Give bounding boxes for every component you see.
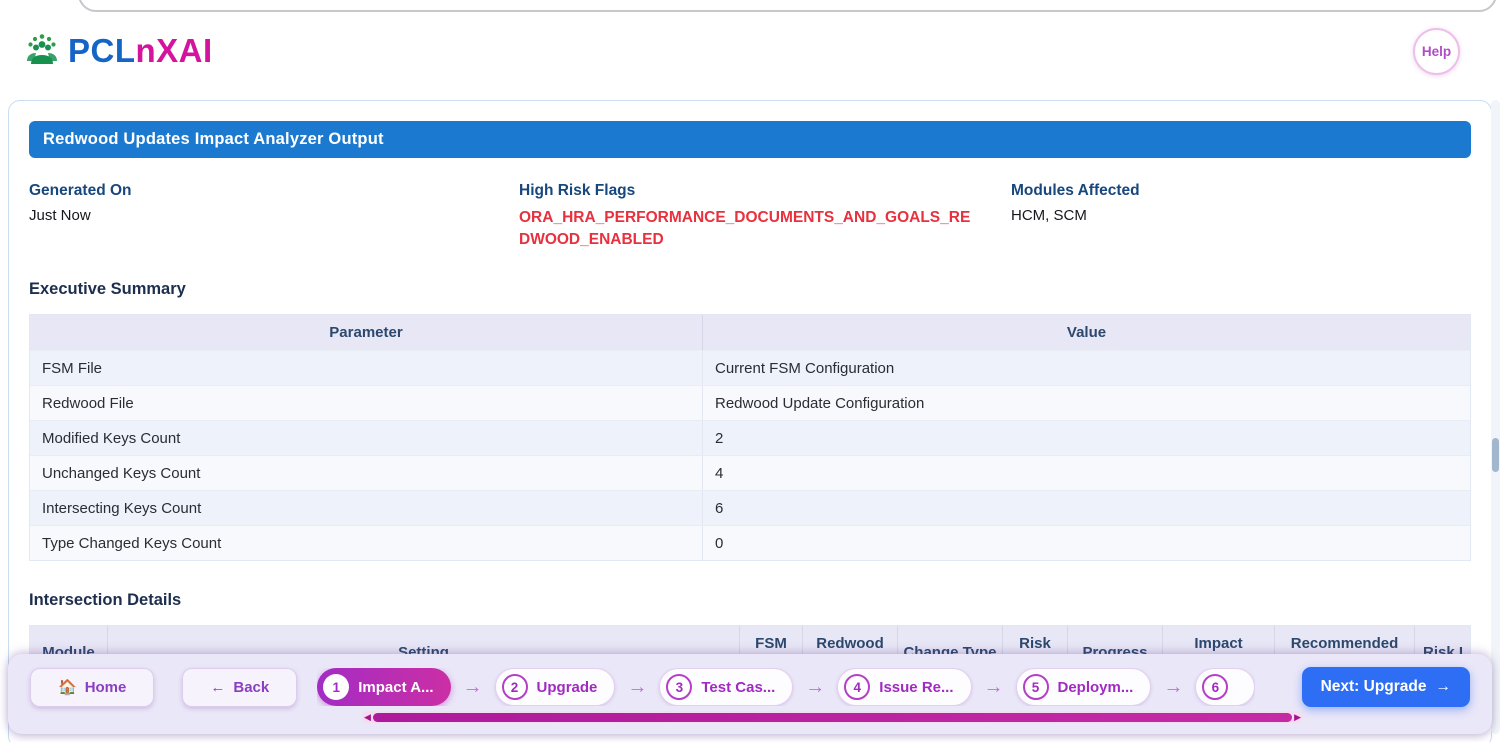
step-issue-resolution[interactable]: 4 Issue Re... xyxy=(837,668,971,706)
step-number: 1 xyxy=(323,674,349,700)
summary-cell-value: 2 xyxy=(702,421,1470,455)
back-arrow-icon: ← xyxy=(210,679,225,696)
meta-modules-affected: Modules Affected HCM, SCM xyxy=(1011,182,1471,250)
app-logo: PCLnXAI xyxy=(22,31,213,71)
step-arrow-icon: → xyxy=(627,676,647,699)
scroll-left-arrow-icon[interactable]: ◀ xyxy=(364,713,371,722)
scroll-right-arrow-icon[interactable]: ▶ xyxy=(1294,713,1301,722)
step-label: Issue Re... xyxy=(879,679,953,696)
summary-cell-parameter: Intersecting Keys Count xyxy=(30,491,702,525)
step-arrow-icon: → xyxy=(1163,676,1183,699)
next-arrow-icon: → xyxy=(1436,678,1452,696)
help-button[interactable]: Help xyxy=(1413,28,1460,75)
summary-table-body: FSM File Current FSM Configuration Redwo… xyxy=(30,350,1470,560)
step-deployment[interactable]: 5 Deploym... xyxy=(1016,668,1152,706)
executive-summary-heading: Executive Summary xyxy=(29,280,1471,299)
table-row: Type Changed Keys Count 0 xyxy=(30,525,1470,560)
stepper-scrollbar[interactable]: ◀ ▶ xyxy=(362,711,1303,723)
summary-cell-parameter: Modified Keys Count xyxy=(30,421,702,455)
step-label: Deploym... xyxy=(1058,679,1134,696)
table-row: Intersecting Keys Count 6 xyxy=(30,490,1470,525)
summary-table-header: Parameter Value xyxy=(30,315,1470,350)
step-impact-analysis[interactable]: 1 Impact A... xyxy=(317,668,450,706)
footer-button-row: 🏠 Home ← Back 1 Impact A... → 2 Upgrade … xyxy=(30,667,1470,707)
next-button[interactable]: Next: Upgrade → xyxy=(1302,667,1470,707)
back-button-label: Back xyxy=(233,679,269,696)
app-header: PCLnXAI Help xyxy=(0,10,1500,92)
step-number: 6 xyxy=(1202,674,1228,700)
stepper-scrollbar-thumb[interactable] xyxy=(373,713,1292,722)
wizard-stepper: 1 Impact A... → 2 Upgrade → 3 Test Cas..… xyxy=(317,668,1255,706)
step-upgrade[interactable]: 2 Upgrade xyxy=(495,668,616,706)
next-button-label: Next: Upgrade xyxy=(1321,678,1427,696)
summary-cell-value: 6 xyxy=(702,491,1470,525)
high-risk-flag-value: ORA_HRA_PERFORMANCE_DOCUMENTS_AND_GOALS_… xyxy=(519,207,981,250)
report-title-bar: Redwood Updates Impact Analyzer Output xyxy=(29,121,1471,158)
summary-cell-parameter: Redwood File xyxy=(30,386,702,420)
step-arrow-icon: → xyxy=(463,676,483,699)
summary-cell-parameter: Unchanged Keys Count xyxy=(30,456,702,490)
back-button[interactable]: ← Back xyxy=(182,668,297,707)
summary-header-parameter: Parameter xyxy=(30,315,702,350)
logo-icon xyxy=(22,31,62,71)
step-label: Upgrade xyxy=(537,679,598,696)
table-row: Redwood File Redwood Update Configuratio… xyxy=(30,385,1470,420)
logo-text-secondary: nXAI xyxy=(136,32,213,69)
meta-label: Modules Affected xyxy=(1011,182,1471,200)
summary-cell-value: Redwood Update Configuration xyxy=(702,386,1470,420)
step-next-clipped[interactable]: 6 xyxy=(1195,668,1255,706)
summary-cell-parameter: Type Changed Keys Count xyxy=(30,526,702,560)
step-arrow-icon: → xyxy=(984,676,1004,699)
home-button[interactable]: 🏠 Home xyxy=(30,668,154,707)
meta-value: HCM, SCM xyxy=(1011,207,1471,224)
summary-cell-value: 0 xyxy=(702,526,1470,560)
page-vertical-scrollbar[interactable] xyxy=(1491,100,1500,734)
step-number: 2 xyxy=(502,674,528,700)
step-label: Impact A... xyxy=(358,679,433,696)
table-row: FSM File Current FSM Configuration xyxy=(30,350,1470,385)
logo-text: PCLnXAI xyxy=(68,32,213,70)
meta-high-risk-flags: High Risk Flags ORA_HRA_PERFORMANCE_DOCU… xyxy=(519,182,1011,250)
summary-cell-value: 4 xyxy=(702,456,1470,490)
table-row: Modified Keys Count 2 xyxy=(30,420,1470,455)
meta-label: Generated On xyxy=(29,182,519,200)
step-number: 4 xyxy=(844,674,870,700)
home-icon: 🏠 xyxy=(58,678,77,696)
step-arrow-icon: → xyxy=(805,676,825,699)
footer-nav-bar: 🏠 Home ← Back 1 Impact A... → 2 Upgrade … xyxy=(8,654,1492,734)
step-number: 3 xyxy=(666,674,692,700)
meta-value: Just Now xyxy=(29,207,519,224)
summary-cell-parameter: FSM File xyxy=(30,351,702,385)
summary-header-value: Value xyxy=(702,315,1470,350)
meta-generated-on: Generated On Just Now xyxy=(29,182,519,250)
step-number: 5 xyxy=(1023,674,1049,700)
intersection-details-heading: Intersection Details xyxy=(29,591,1471,610)
summary-cell-value: Current FSM Configuration xyxy=(702,351,1470,385)
step-test-cases[interactable]: 3 Test Cas... xyxy=(659,668,793,706)
table-row: Unchanged Keys Count 4 xyxy=(30,455,1470,490)
report-panel: Redwood Updates Impact Analyzer Output G… xyxy=(8,100,1492,742)
meta-label: High Risk Flags xyxy=(519,182,1011,200)
step-label: Test Cas... xyxy=(701,679,775,696)
report-meta-row: Generated On Just Now High Risk Flags OR… xyxy=(29,182,1471,250)
executive-summary-table: Parameter Value FSM File Current FSM Con… xyxy=(29,314,1471,561)
home-button-label: Home xyxy=(85,679,127,696)
vertical-scrollbar-thumb[interactable] xyxy=(1492,438,1499,472)
logo-text-primary: PCL xyxy=(68,32,136,69)
